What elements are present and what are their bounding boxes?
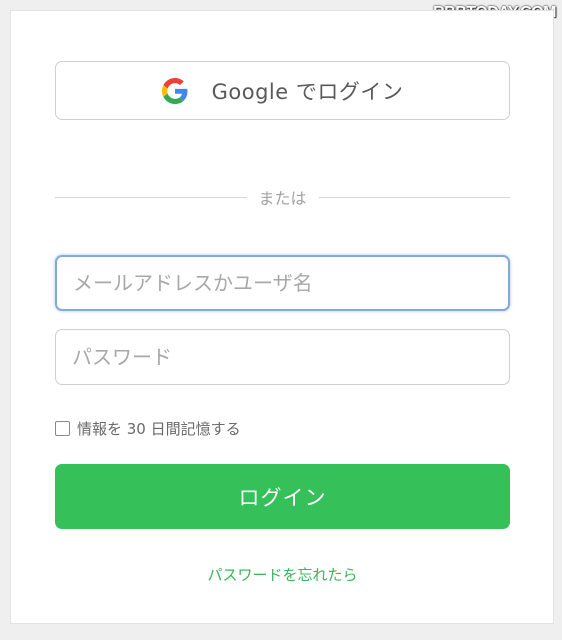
remember-me-checkbox[interactable] bbox=[55, 421, 70, 436]
login-card: Google でログイン または 情報を 30 日間記憶する ログイン パスワー… bbox=[10, 10, 554, 624]
remember-me-option[interactable]: 情報を 30 日間記憶する bbox=[55, 418, 241, 439]
google-g-logo-icon bbox=[161, 77, 188, 104]
google-login-button[interactable]: Google でログイン bbox=[55, 61, 510, 120]
forgot-password-link[interactable]: パスワードを忘れたら bbox=[55, 564, 510, 585]
or-divider: または bbox=[55, 185, 511, 209]
google-login-label: Google でログイン bbox=[211, 79, 404, 104]
login-button[interactable]: ログイン bbox=[55, 464, 510, 529]
page: RBBTODAY.COM Google でログイン または 情報を 30 日間記… bbox=[0, 0, 562, 640]
divider-line-left bbox=[55, 196, 247, 198]
divider-text: または bbox=[258, 189, 307, 208]
divider-line-right bbox=[318, 196, 511, 198]
login-button-label: ログイン bbox=[238, 485, 327, 510]
remember-me-label: 情報を 30 日間記憶する bbox=[77, 420, 241, 438]
email-or-username-input[interactable] bbox=[55, 255, 510, 311]
password-input[interactable] bbox=[55, 329, 510, 385]
